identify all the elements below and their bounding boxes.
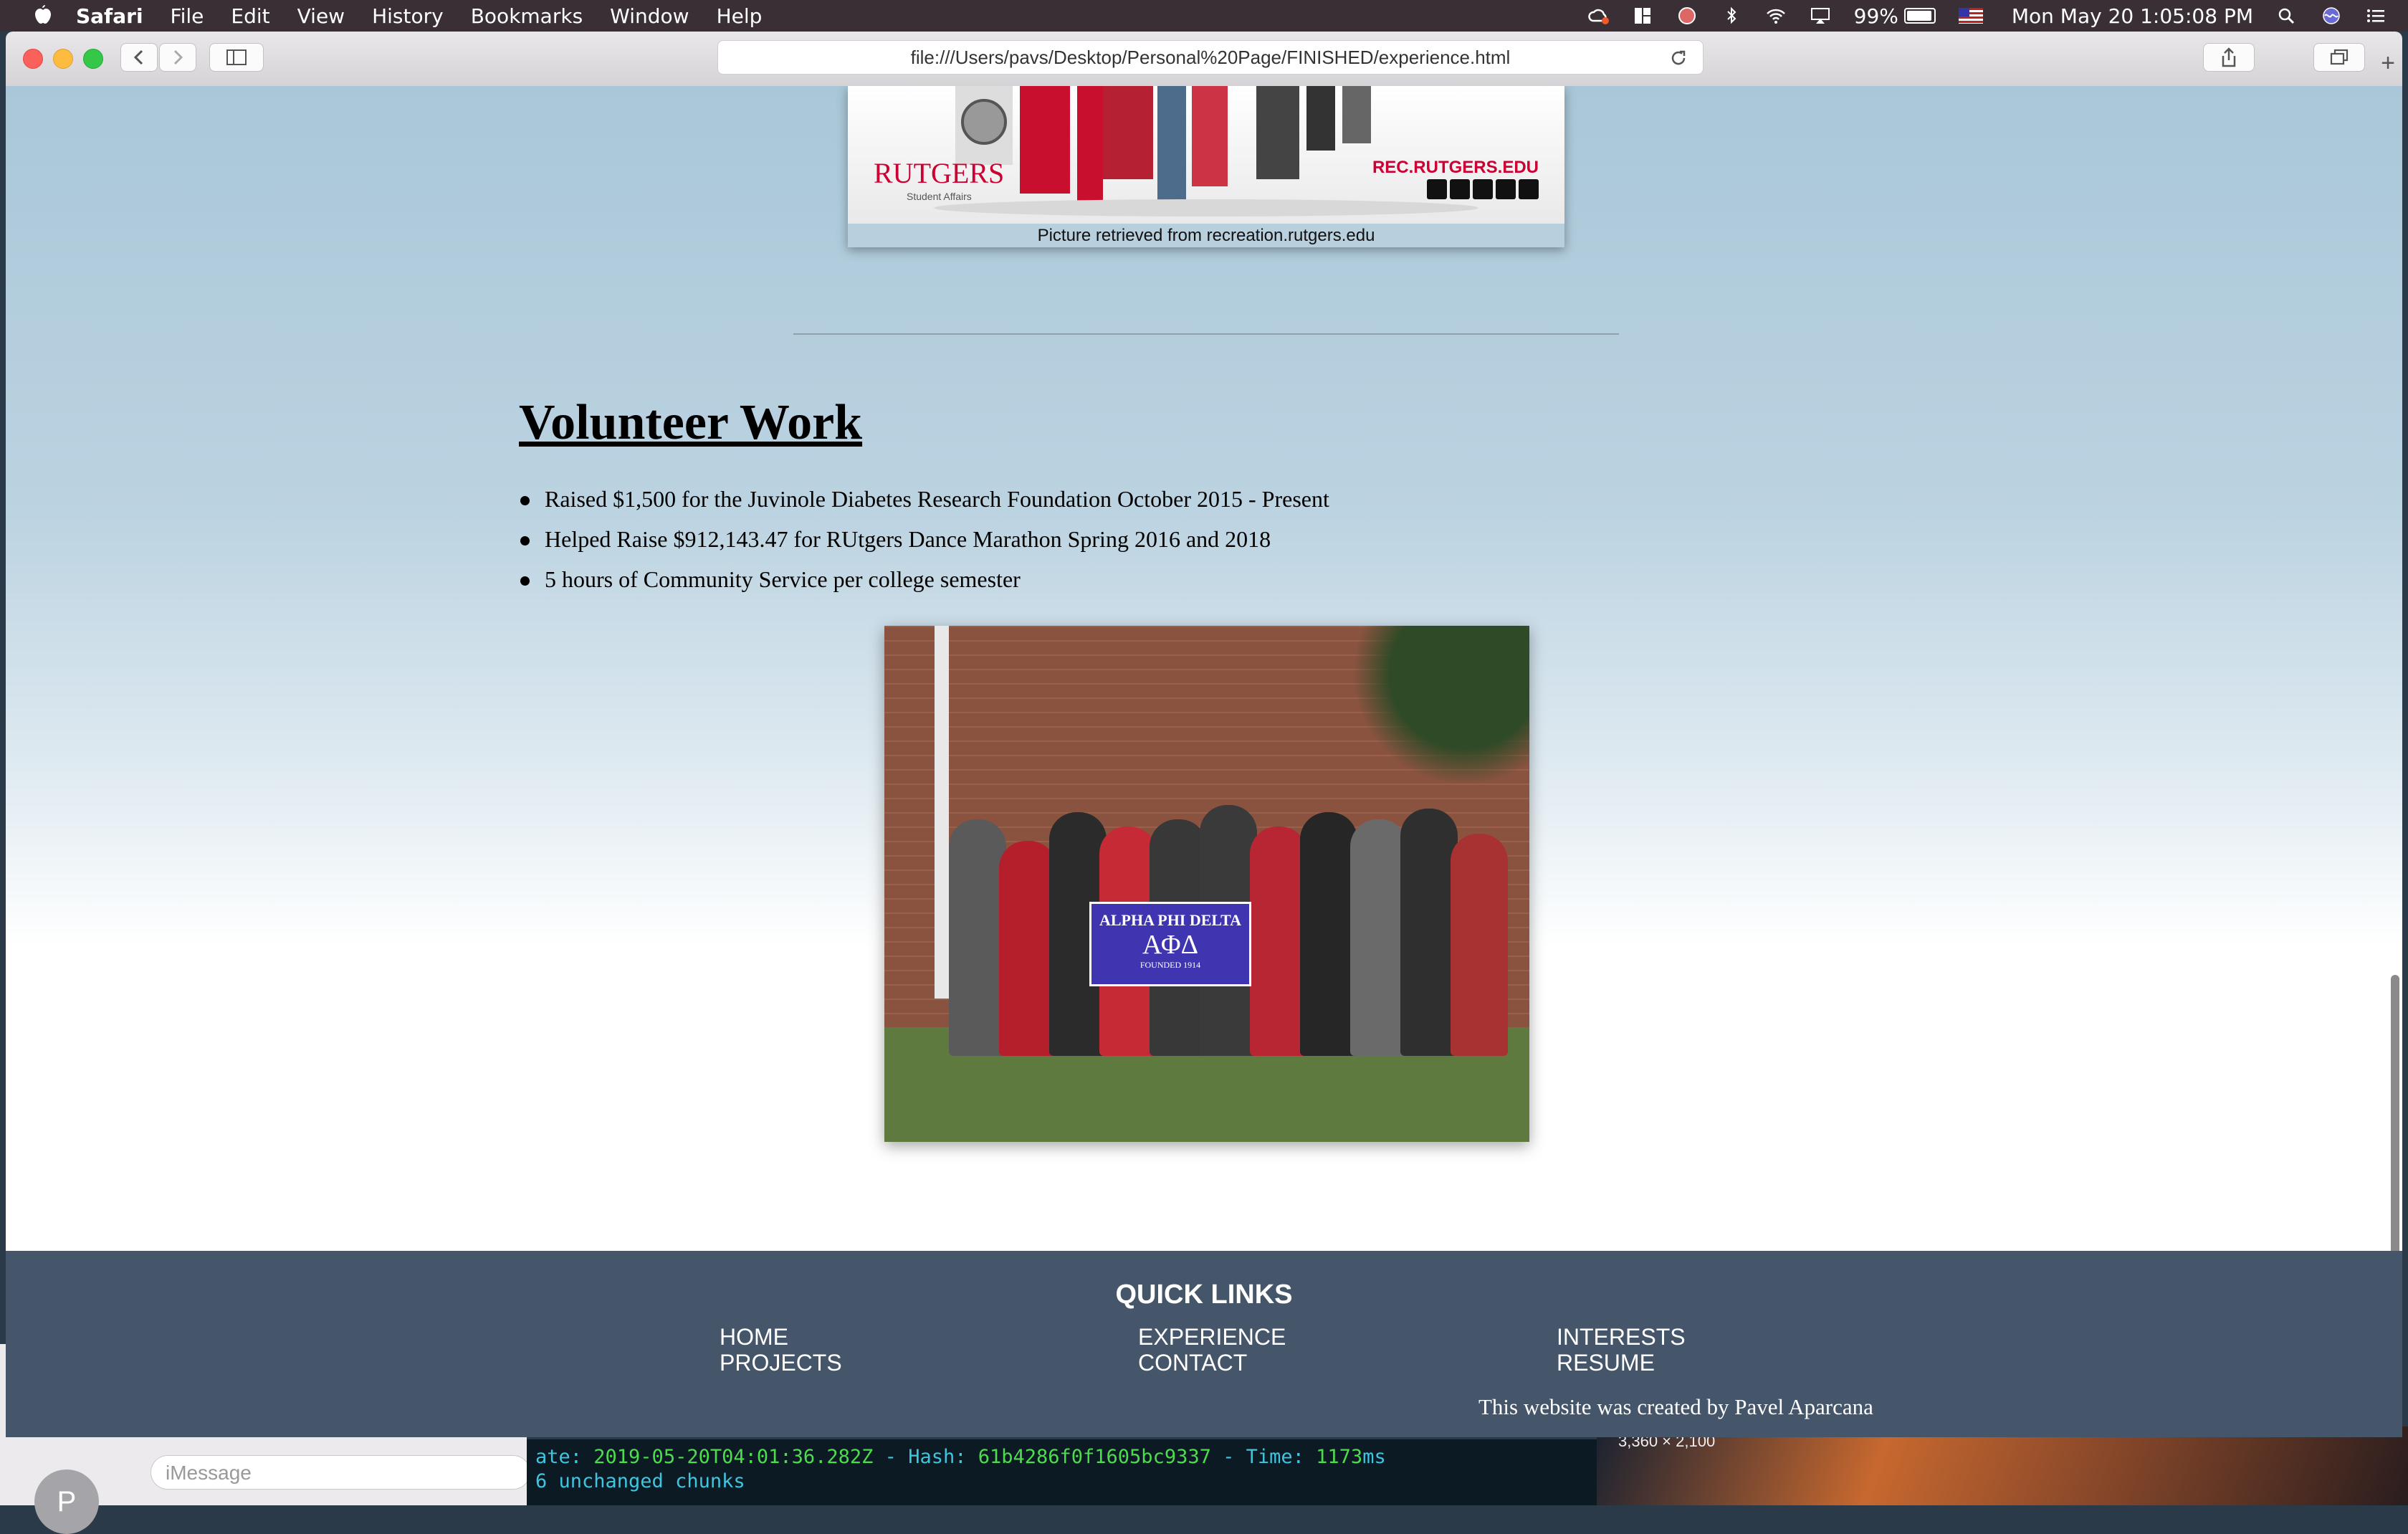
app-status-icon[interactable] [1676,6,1698,25]
banner-founded: FOUNDED 1914 [1140,960,1201,970]
menubar-clock[interactable]: Mon May 20 1:05:08 PM [2012,4,2253,28]
photo-tree [1314,626,1529,783]
close-window-button[interactable] [23,49,43,69]
back-button[interactable] [120,43,158,72]
menu-history[interactable]: History [372,4,444,28]
site-credit: This website was created by Pavel Aparca… [1478,1394,1873,1419]
rutgers-rec-banner: RUTGERS Student Affairs REC.RUTGERS.EDU … [848,86,1564,247]
menu-window[interactable]: Window [610,4,689,28]
footer-link-contact[interactable]: CONTACT [1138,1350,1247,1376]
photo-person [1300,812,1357,1056]
twitter-icon [1496,179,1516,199]
sidebar-icon [226,49,247,65]
window-tiling-icon[interactable] [1632,6,1653,25]
url-text: file:///Users/pavs/Desktop/Personal%20Pa… [910,46,1511,68]
bluetooth-icon[interactable] [1721,6,1742,25]
footer-link-interests[interactable]: INTERESTS [1557,1324,1686,1350]
terminal-text: - Time: [1210,1446,1317,1468]
banner-caption: Picture retrieved from recreation.rutger… [848,224,1564,247]
battery-percent[interactable]: 99% [1854,4,1898,28]
tabs-icon [2330,49,2349,65]
desktop-wallpaper: 3,360 × 2,100 [1597,1426,2408,1505]
volunteer-work-heading: Volunteer Work [519,395,863,450]
social-icons [1427,179,1539,199]
alpha-phi-delta-banner: ALPHA PHI DELTA ΑΦΔ FOUNDED 1914 [1089,902,1251,986]
banner-line: ALPHA PHI DELTA [1099,911,1242,929]
spotlight-search-icon[interactable] [2276,6,2298,25]
photo-person [999,841,1056,1056]
photo-person [949,819,1006,1056]
photo-person [1350,819,1408,1056]
sidebar-toggle-button[interactable] [209,43,264,72]
terminal-text: ms [1362,1446,1386,1468]
terminal-line: 6 unchanged chunks [535,1470,745,1492]
battery-icon[interactable] [1903,8,1936,24]
share-button[interactable] [2203,43,2255,72]
fraternity-group-photo: ALPHA PHI DELTA ΑΦΔ FOUNDED 1914 [884,626,1529,1142]
menu-app-safari[interactable]: Safari [76,4,143,28]
quick-links-heading: QUICK LINKS [1115,1280,1293,1310]
tab-overview-button[interactable] [2313,43,2365,72]
rutgers-logo: RUTGERS [874,157,1005,189]
status-menus: 99% Mon May 20 1:05:08 PM [1564,0,2386,32]
photo-person [1400,809,1458,1056]
photo-person [1250,826,1307,1056]
minimize-window-button[interactable] [53,49,73,69]
site-footer: QUICK LINKS HOME PROJECTS EXPERIENCE CON… [6,1251,2402,1437]
footer-link-resume[interactable]: RESUME [1557,1350,1655,1376]
menu-edit[interactable]: Edit [231,4,269,28]
safari-toolbar: file:///Users/pavs/Desktop/Personal%20Pa… [6,32,2402,87]
new-tab-button[interactable]: + [2374,49,2402,77]
chevron-right-icon [173,49,183,65]
terminal-hash: 61b4286f0f1605bc9337 [978,1446,1211,1468]
instagram-icon [1519,179,1539,199]
menu-help[interactable]: Help [717,4,763,28]
photo-person [1451,834,1508,1056]
social-icon [1427,179,1447,199]
snapchat-icon [1450,179,1470,199]
menu-bookmarks[interactable]: Bookmarks [471,4,583,28]
chevron-left-icon [133,49,143,65]
reload-icon[interactable] [1668,48,1688,68]
terminal-background: ate: 2019-05-20T04:01:36.282Z - Hash: 61… [527,1439,1597,1505]
wifi-icon[interactable] [1765,6,1787,25]
input-source-flag-icon[interactable] [1958,8,1983,24]
share-icon [2222,47,2236,67]
terminal-text: ate: [535,1446,594,1468]
list-item: 5 hours of Community Service per college… [519,559,1329,599]
list-item: Helped Raise $912,143.47 for RUtgers Dan… [519,519,1329,559]
terminal-time: 1173 [1316,1446,1363,1468]
notification-center-icon[interactable] [2365,6,2386,25]
apple-icon[interactable] [29,3,54,29]
section-divider [793,333,1619,335]
footer-link-experience[interactable]: EXPERIENCE [1138,1324,1286,1350]
footer-link-projects[interactable]: PROJECTS [720,1350,842,1376]
menu-file[interactable]: File [171,4,204,28]
imessage-input[interactable]: iMessage [150,1455,530,1490]
menu-bar: Safari File Edit View History Bookmarks … [0,0,2408,32]
terminal-text: - Hash: [873,1446,978,1468]
airplay-icon[interactable] [1810,6,1831,25]
banner-people-illustration [934,86,1478,216]
banner-image: RUTGERS Student Affairs REC.RUTGERS.EDU [848,86,1564,224]
banner-greek-letters: ΑΦΔ [1142,930,1199,960]
address-bar[interactable]: file:///Users/pavs/Desktop/Personal%20Pa… [717,40,1704,75]
facebook-icon [1473,179,1493,199]
creative-cloud-icon[interactable] [1587,6,1609,25]
footer-link-home[interactable]: HOME [720,1324,788,1350]
terminal-date: 2019-05-20T04:01:36.282Z [593,1446,874,1468]
photo-drainpipe [935,626,949,999]
vertical-scrollbar[interactable] [2391,975,2399,1251]
rutgers-logo-subtitle: Student Affairs [907,191,972,202]
volunteer-list: Raised $1,500 for the Juvinole Diabetes … [519,479,1329,599]
forward-button[interactable] [159,43,196,72]
avatar: P [34,1469,99,1534]
terminal-line: ate: 2019-05-20T04:01:36.282Z - Hash: 61… [535,1445,1588,1469]
fullscreen-window-button[interactable] [83,49,103,69]
webpage-viewport: RUTGERS Student Affairs REC.RUTGERS.EDU … [6,86,2402,1251]
menu-view[interactable]: View [297,4,345,28]
list-item: Raised $1,500 for the Juvinole Diabetes … [519,479,1329,519]
rec-site-url: REC.RUTGERS.EDU [1372,158,1539,177]
siri-icon[interactable] [2321,6,2342,25]
